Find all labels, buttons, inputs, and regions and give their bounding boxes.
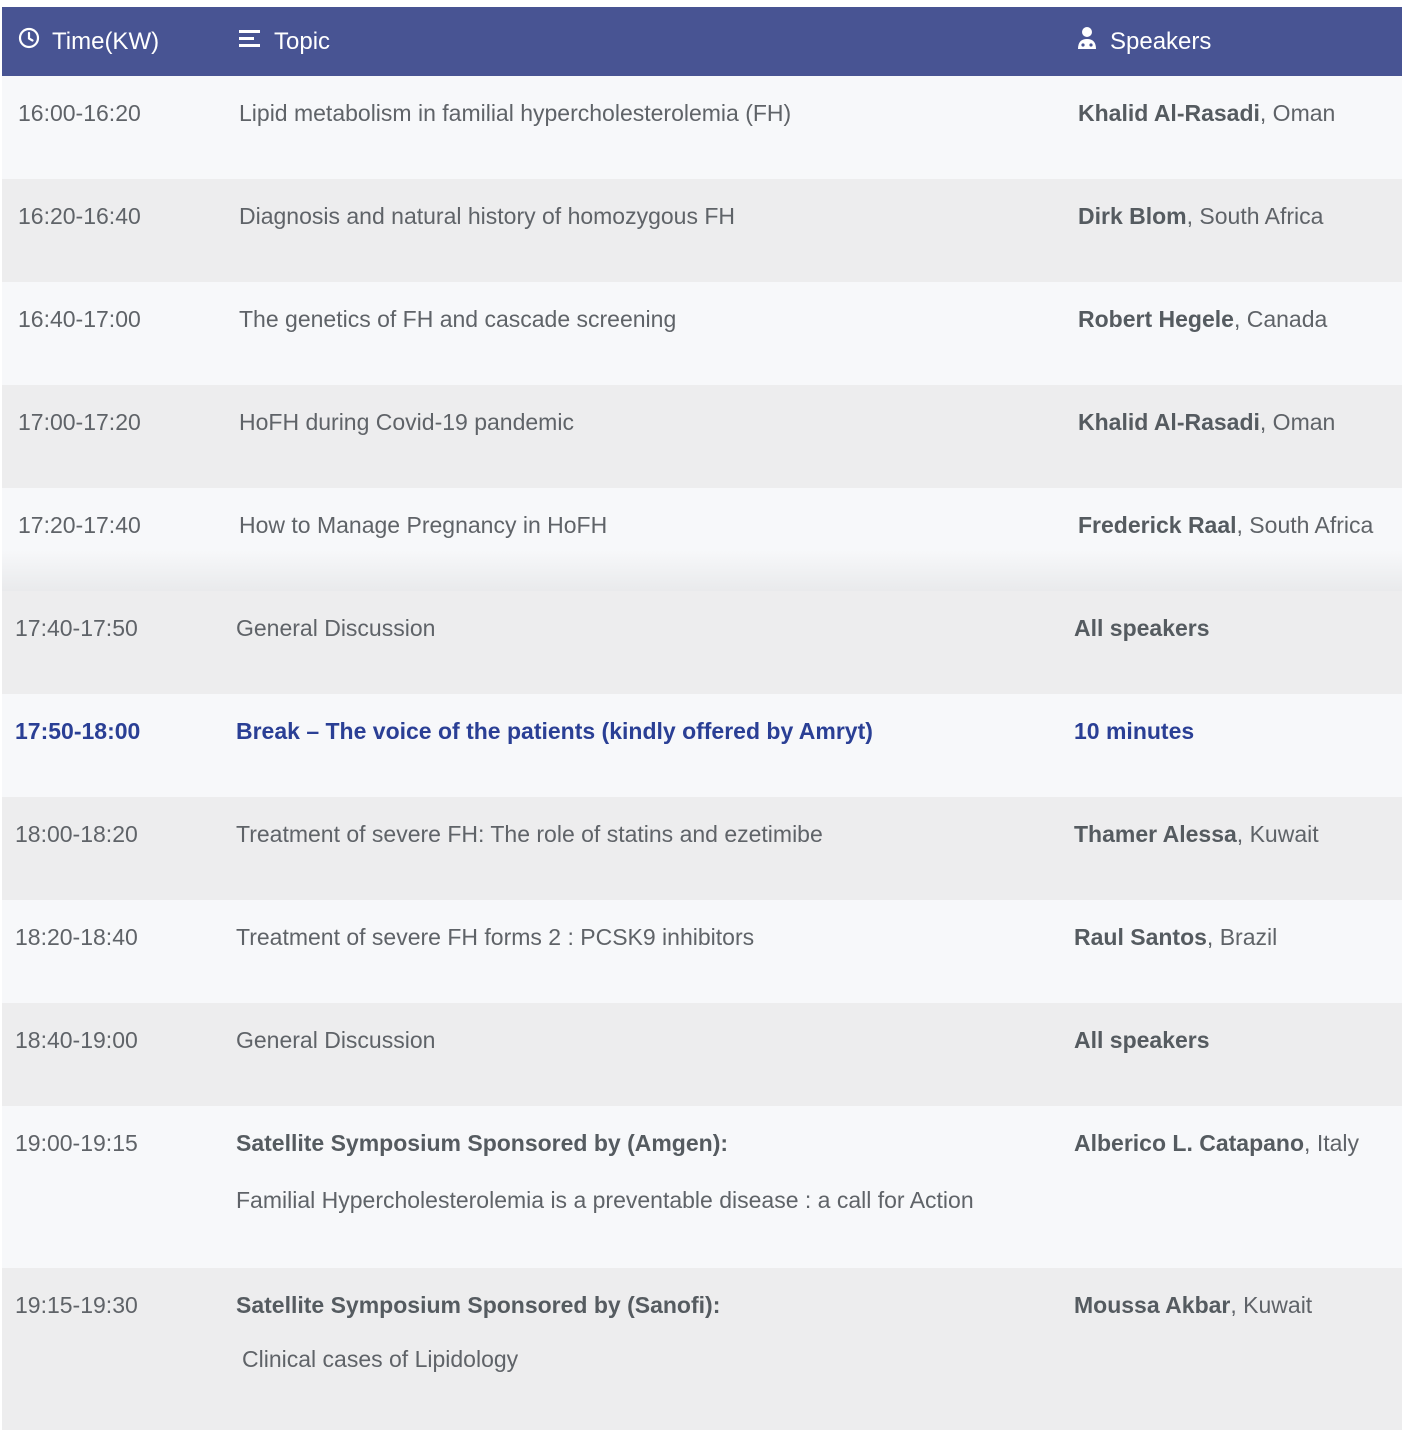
- list-icon: [238, 27, 262, 56]
- clock-icon: [18, 27, 40, 56]
- topic-cell: Diagnosis and natural history of homozyg…: [239, 203, 736, 229]
- speaker-cell: Frederick Raal, South Africa: [1078, 510, 1373, 540]
- speaker-country: , Canada: [1233, 306, 1328, 332]
- agenda-table: Time(KW) Topic Speakers 16:00-16:20 Lipi…: [2, 7, 1402, 1430]
- time-cell: 17:00-17:20: [18, 409, 141, 435]
- header-time[interactable]: Time(KW): [18, 7, 159, 76]
- topic-cell: Treatment of severe FH: The role of stat…: [236, 821, 823, 847]
- speaker-country: , South Africa: [1236, 512, 1374, 538]
- speaker-cell: Moussa Akbar, Kuwait: [1074, 1290, 1312, 1320]
- speaker-name: Khalid Al-Rasadi: [1078, 100, 1260, 126]
- table-row: 17:40-17:50 General Discussion All speak…: [2, 591, 1402, 694]
- time-cell: 18:00-18:20: [15, 821, 138, 847]
- speaker-country: , Kuwait: [1236, 821, 1319, 847]
- speaker-country: , Oman: [1259, 409, 1336, 435]
- time-cell: 17:50-18:00: [15, 718, 141, 744]
- table-row: 19:15-19:30 Satellite Symposium Sponsore…: [2, 1268, 1402, 1430]
- table-row: 18:00-18:20 Treatment of severe FH: The …: [2, 797, 1402, 900]
- speaker-cell: Robert Hegele, Canada: [1078, 304, 1327, 334]
- header-speakers-label: Speakers: [1110, 27, 1212, 55]
- speaker-cell: Alberico L. Catapano, Italy: [1074, 1128, 1359, 1158]
- topic-cell: Break – The voice of the patients (kindl…: [236, 718, 873, 744]
- header-topic[interactable]: Topic: [238, 7, 330, 76]
- speaker-country: , South Africa: [1186, 203, 1324, 229]
- speaker-country: , Brazil: [1206, 924, 1278, 950]
- speaker-icon: [1076, 26, 1098, 57]
- speaker-name: Raul Santos: [1074, 924, 1207, 950]
- speaker-cell: 10 minutes: [1074, 716, 1194, 746]
- header-speakers[interactable]: Speakers: [1076, 7, 1211, 76]
- speaker-name: Alberico L. Catapano: [1074, 1130, 1305, 1156]
- speaker-name: Khalid Al-Rasadi: [1078, 409, 1260, 435]
- speaker-cell: Raul Santos, Brazil: [1074, 922, 1277, 952]
- time-cell: 16:20-16:40: [18, 203, 141, 229]
- subtopic-cell: Clinical cases of Lipidology: [242, 1346, 519, 1372]
- speaker-cell: All speakers: [1074, 1025, 1210, 1055]
- table-row: 16:20-16:40 Diagnosis and natural histor…: [2, 179, 1402, 282]
- table-row: 18:20-18:40 Treatment of severe FH forms…: [2, 900, 1402, 1003]
- speaker-name: All speakers: [1074, 1027, 1210, 1053]
- table-header: Time(KW) Topic Speakers: [2, 7, 1402, 76]
- time-cell: 18:40-19:00: [15, 1027, 138, 1053]
- topic-cell: Satellite Symposium Sponsored by (Amgen)…: [236, 1130, 729, 1156]
- speaker-name: 10 minutes: [1074, 718, 1195, 744]
- time-cell: 16:00-16:20: [18, 100, 141, 126]
- time-cell: 19:00-19:15: [15, 1130, 138, 1156]
- topic-cell: The genetics of FH and cascade screening: [239, 306, 677, 332]
- speaker-country: , Oman: [1259, 100, 1336, 126]
- topic-cell: General Discussion: [236, 1027, 436, 1053]
- time-cell: 17:20-17:40: [18, 512, 141, 538]
- speaker-cell: Khalid Al-Rasadi, Oman: [1078, 407, 1335, 437]
- speaker-name: Robert Hegele: [1078, 306, 1234, 332]
- time-cell: 18:20-18:40: [15, 924, 138, 950]
- speaker-country: , Kuwait: [1230, 1292, 1313, 1318]
- speaker-name: All speakers: [1074, 615, 1210, 641]
- speaker-cell: Thamer Alessa, Kuwait: [1074, 819, 1319, 849]
- table-row: 16:40-17:00 The genetics of FH and casca…: [2, 282, 1402, 385]
- table-row: 18:40-19:00 General Discussion All speak…: [2, 1003, 1402, 1106]
- speaker-cell: All speakers: [1074, 613, 1210, 643]
- time-cell: 19:15-19:30: [15, 1292, 138, 1318]
- table-row: 16:00-16:20 Lipid metabolism in familial…: [2, 76, 1402, 179]
- header-topic-label: Topic: [274, 27, 331, 55]
- header-time-label: Time(KW): [52, 27, 160, 55]
- speaker-cell: Khalid Al-Rasadi, Oman: [1078, 98, 1335, 128]
- topic-cell: Satellite Symposium Sponsored by (Sanofi…: [236, 1292, 721, 1318]
- topic-cell: Lipid metabolism in familial hypercholes…: [239, 100, 792, 126]
- time-cell: 16:40-17:00: [18, 306, 141, 332]
- table-row: 19:00-19:15 Satellite Symposium Sponsore…: [2, 1106, 1402, 1268]
- speaker-name: Frederick Raal: [1078, 512, 1237, 538]
- table-row: 17:00-17:20 HoFH during Covid-19 pandemi…: [2, 385, 1402, 488]
- time-cell: 17:40-17:50: [15, 615, 138, 641]
- speaker-cell: Dirk Blom, South Africa: [1078, 201, 1323, 231]
- topic-cell: How to Manage Pregnancy in HoFH: [239, 512, 608, 538]
- speaker-name: Moussa Akbar: [1074, 1292, 1231, 1318]
- subtopic-cell: Familial Hypercholesterolemia is a preve…: [236, 1187, 974, 1213]
- speaker-name: Dirk Blom: [1078, 203, 1187, 229]
- topic-cell: HoFH during Covid-19 pandemic: [239, 409, 574, 435]
- speaker-name: Thamer Alessa: [1074, 821, 1237, 847]
- break-row: 17:50-18:00 Break – The voice of the pat…: [2, 694, 1402, 797]
- table-row: 17:20-17:40 How to Manage Pregnancy in H…: [2, 488, 1402, 591]
- topic-cell: General Discussion: [236, 615, 436, 641]
- topic-cell: Treatment of severe FH forms 2 : PCSK9 i…: [236, 924, 755, 950]
- speaker-country: , Italy: [1304, 1130, 1360, 1156]
